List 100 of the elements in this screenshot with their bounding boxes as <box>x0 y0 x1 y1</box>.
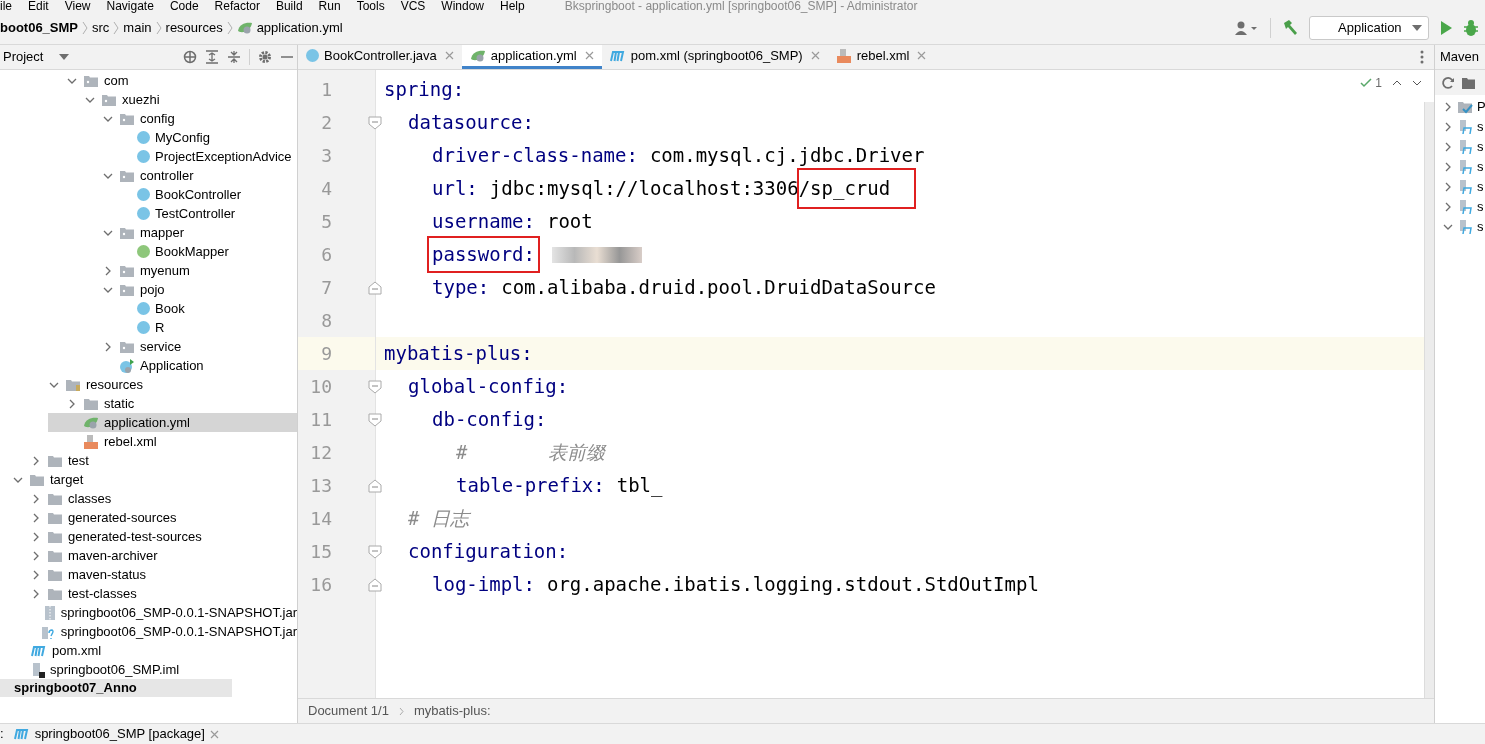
chevron-right-icon[interactable] <box>103 341 113 352</box>
tree-item[interactable]: test <box>30 451 297 470</box>
tree-item[interactable]: Application <box>66 356 297 375</box>
menu-item[interactable]: Tools <box>356 0 385 12</box>
project-tree-item[interactable]: s <box>1435 137 1485 157</box>
editor-tab[interactable]: application.yml <box>461 45 602 69</box>
breadcrumb[interactable]: resources <box>165 18 223 38</box>
more-icon[interactable] <box>1420 50 1424 64</box>
tree-item[interactable]: xuezhi <box>66 90 297 109</box>
inspection-count[interactable]: 1 <box>1360 74 1382 92</box>
menu-item[interactable]: Window <box>441 0 484 12</box>
menu-item[interactable]: View <box>64 0 91 12</box>
run-tab[interactable]: springboot06_SMP [package] <box>13 724 219 744</box>
chevron-right-icon[interactable] <box>1443 122 1453 132</box>
panel-title[interactable]: Project <box>3 47 44 67</box>
crosshair-icon[interactable] <box>183 50 197 64</box>
tree-item[interactable]: mapper <box>66 223 297 242</box>
project-tree-item[interactable]: P <box>1435 97 1485 117</box>
tree-item[interactable]: config <box>66 109 297 128</box>
caret-icon[interactable] <box>59 54 70 60</box>
breadcrumb[interactable]: application.yml <box>256 18 343 38</box>
yaml-key: global-config: <box>408 372 569 401</box>
project-tree-item[interactable]: s <box>1435 177 1485 197</box>
tree-item[interactable]: TestController <box>66 204 297 223</box>
tree-item[interactable]: target <box>12 470 297 489</box>
chevron-right-icon[interactable] <box>31 588 41 599</box>
chevron-right-icon[interactable] <box>31 455 41 466</box>
play-icon[interactable] <box>1439 20 1453 36</box>
menu-item[interactable]: Edit <box>28 0 49 12</box>
tree-item[interactable]: R <box>66 318 297 337</box>
hammer-icon[interactable] <box>1281 19 1299 37</box>
menu-item[interactable]: Refactor <box>214 0 260 12</box>
tree-item[interactable]: BookMapper <box>66 242 297 261</box>
breadcrumb[interactable]: mybatis-plus: <box>413 701 491 721</box>
tree-item[interactable]: generated-test-sources <box>12 527 297 546</box>
tree-item[interactable]: rebel.xml <box>48 432 297 451</box>
project-tree-item[interactable]: s <box>1435 217 1485 237</box>
breadcrumb[interactable]: Document 1/1 <box>308 701 389 721</box>
menu-item[interactable]: Help <box>500 0 525 12</box>
tree-item[interactable]: com <box>66 71 297 90</box>
chevron-right-icon[interactable] <box>31 550 41 561</box>
menu-item[interactable]: Build <box>275 0 303 12</box>
menu-item[interactable]: Code <box>169 0 199 12</box>
project-tree-item[interactable]: s <box>1435 197 1485 217</box>
chevron-right-icon[interactable] <box>67 398 77 409</box>
tree-item[interactable]: ProjectExceptionAdvice <box>66 147 297 166</box>
tree-item[interactable]: maven-archiver <box>12 546 297 565</box>
menu-item[interactable]: VCS <box>400 0 426 12</box>
folder-icon[interactable] <box>1461 75 1475 90</box>
module-name[interactable]: springboot07_Anno <box>0 679 232 697</box>
tree-item[interactable]: static <box>48 394 297 413</box>
bug-icon[interactable] <box>1463 19 1479 37</box>
user-dropdown-icon[interactable] <box>1234 20 1260 36</box>
refresh-icon[interactable] <box>1441 75 1455 90</box>
tree-item[interactable]: controller <box>66 166 297 185</box>
settings-icon[interactable] <box>258 50 272 64</box>
tree-item[interactable]: pojo <box>66 280 297 299</box>
menu-item[interactable]: Navigate <box>106 0 154 12</box>
tree-item[interactable]: service <box>66 337 297 356</box>
menu-item[interactable]: Run <box>318 0 341 12</box>
tree-item[interactable]: pom.xml <box>14 641 297 660</box>
chevron-right-icon[interactable] <box>31 493 41 504</box>
tree-item[interactable]: application.yml <box>48 413 297 432</box>
chevron-down-icon[interactable] <box>1443 222 1453 232</box>
chevron-right-icon[interactable] <box>31 569 41 580</box>
project-tree-item[interactable]: s <box>1435 117 1485 137</box>
tree-item[interactable]: generated-sources <box>12 508 297 527</box>
chevron-right-icon[interactable] <box>103 265 113 276</box>
breadcrumb[interactable]: boot06_SMP <box>0 18 78 38</box>
tree-item[interactable]: resources <box>48 375 297 394</box>
tree-item[interactable]: test-classes <box>12 584 297 603</box>
tree-item[interactable]: MyConfig <box>66 128 297 147</box>
tree-item[interactable]: maven-status <box>12 565 297 584</box>
tree-item[interactable]: springboot06_SMP-0.0.1-SNAPSHOT.jar <box>12 603 297 622</box>
run-configuration-dropdown[interactable]: Application <box>1309 16 1429 40</box>
menu-item[interactable]: ile <box>0 0 12 12</box>
tree-item[interactable]: springboot06_SMP-0.0.1-SNAPSHOT.jar <box>12 622 297 641</box>
chevron-right-icon[interactable] <box>1443 162 1453 172</box>
editor-tab[interactable]: BookController.java <box>298 45 462 69</box>
chevron-right-icon[interactable] <box>31 512 41 523</box>
chevron-right-icon[interactable] <box>1443 102 1453 112</box>
breadcrumb[interactable]: main <box>123 18 152 38</box>
collapse-all-icon[interactable] <box>227 50 241 64</box>
tree-item[interactable]: Book <box>66 299 297 318</box>
chevron-right-icon[interactable] <box>31 531 41 542</box>
chevron-right-icon[interactable] <box>1443 202 1453 212</box>
expand-all-icon[interactable] <box>205 50 219 64</box>
scrollbar-track[interactable] <box>1424 102 1434 698</box>
chevron-right-icon[interactable] <box>1443 142 1453 152</box>
tree-item[interactable]: BookController <box>66 185 297 204</box>
editor-tab[interactable]: pom.xml (springboot06_SMP) <box>601 45 828 69</box>
tree-item[interactable]: springboot06_SMP.iml <box>14 660 297 679</box>
editor-tab[interactable]: rebel.xml <box>827 45 935 69</box>
project-tree-item[interactable]: s <box>1435 157 1485 177</box>
close-icon[interactable] <box>584 51 594 60</box>
panel-title[interactable]: Maven <box>1440 47 1480 67</box>
chevron-right-icon[interactable] <box>1443 182 1453 192</box>
tree-item[interactable]: classes <box>12 489 297 508</box>
tree-item[interactable]: myenum <box>66 261 297 280</box>
breadcrumb[interactable]: src <box>92 18 110 38</box>
